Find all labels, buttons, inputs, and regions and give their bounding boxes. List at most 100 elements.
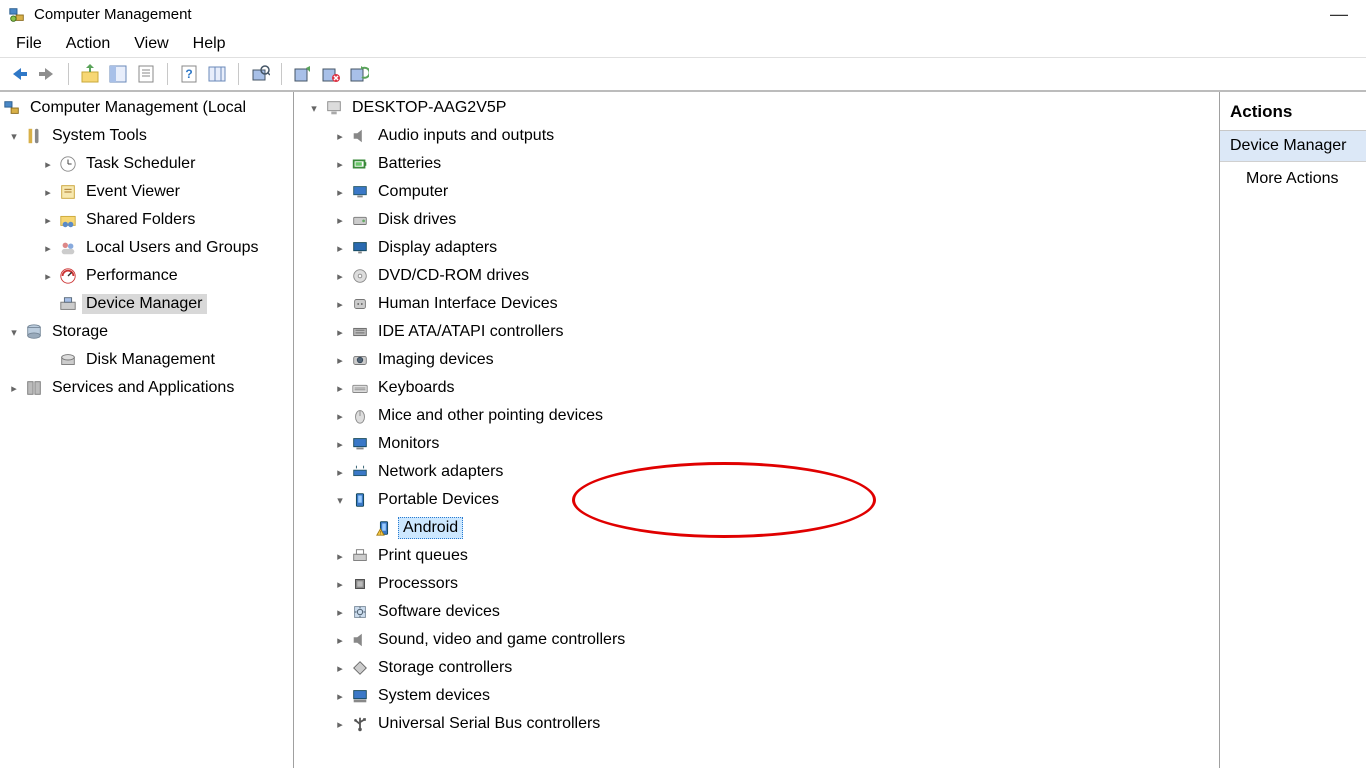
twisty-right-icon[interactable]: ▸ <box>330 466 350 479</box>
device-item[interactable]: !Android <box>294 514 1219 542</box>
twisty-right-icon[interactable]: ▸ <box>38 186 58 199</box>
tree-label: System Tools <box>48 126 151 146</box>
device-category[interactable]: ▸Audio inputs and outputs <box>294 122 1219 150</box>
twisty-right-icon[interactable]: ▸ <box>38 242 58 255</box>
menu-action[interactable]: Action <box>56 33 120 55</box>
twisty-right-icon[interactable]: ▸ <box>330 718 350 731</box>
forward-button[interactable] <box>34 61 60 87</box>
help-button[interactable]: ? <box>176 61 202 87</box>
device-category[interactable]: ▸DVD/CD-ROM drives <box>294 262 1219 290</box>
twisty-right-icon[interactable]: ▸ <box>330 578 350 591</box>
tree-task-scheduler[interactable]: ▸ Task Scheduler <box>0 150 293 178</box>
device-category[interactable]: ▸Human Interface Devices <box>294 290 1219 318</box>
device-category[interactable]: ▸System devices <box>294 682 1219 710</box>
twisty-right-icon[interactable]: ▸ <box>330 354 350 367</box>
device-category[interactable]: ▸ Computer <box>294 178 1219 206</box>
back-button[interactable] <box>6 61 32 87</box>
tree-services-apps[interactable]: ▸ Services and Applications <box>0 374 293 402</box>
tree-storage[interactable]: ▾ Storage <box>0 318 293 346</box>
actions-selected-node[interactable]: Device Manager <box>1220 131 1366 162</box>
system-tools-icon <box>24 126 44 146</box>
device-category[interactable]: ▸ Software devices <box>294 598 1219 626</box>
minimize-button[interactable]: — <box>1320 4 1358 25</box>
twisty-right-icon[interactable]: ▸ <box>38 158 58 171</box>
twisty-right-icon[interactable]: ▸ <box>330 214 350 227</box>
twisty-right-icon[interactable]: ▸ <box>330 242 350 255</box>
twisty-right-icon[interactable]: ▸ <box>330 606 350 619</box>
twisty-right-icon[interactable]: ▸ <box>330 382 350 395</box>
device-category[interactable]: ▸Imaging devices <box>294 346 1219 374</box>
tree-system-tools[interactable]: ▾ System Tools <box>0 122 293 150</box>
properties-button[interactable] <box>133 61 159 87</box>
title-bar: Computer Management — <box>0 0 1366 30</box>
device-manager-icon <box>58 294 78 314</box>
app-icon <box>8 6 26 24</box>
update-driver-button[interactable] <box>290 61 316 87</box>
device-category[interactable]: ▸Processors <box>294 570 1219 598</box>
twisty-right-icon[interactable]: ▸ <box>4 382 24 395</box>
device-category[interactable]: ▸ Batteries <box>294 150 1219 178</box>
twisty-right-icon[interactable]: ▸ <box>330 662 350 675</box>
actions-more[interactable]: More Actions <box>1220 162 1366 196</box>
twisty-right-icon[interactable]: ▸ <box>330 438 350 451</box>
device-category-label: Batteries <box>374 154 445 174</box>
performance-icon <box>58 266 78 286</box>
twisty-right-icon[interactable]: ▸ <box>330 270 350 283</box>
device-category[interactable]: ▸Storage controllers <box>294 654 1219 682</box>
device-category[interactable]: ▸Mice and other pointing devices <box>294 402 1219 430</box>
view-columns-button[interactable] <box>204 61 230 87</box>
tree-disk-management[interactable]: Disk Management <box>0 346 293 374</box>
device-category[interactable]: ▸Universal Serial Bus controllers <box>294 710 1219 738</box>
device-tree[interactable]: ▾ DESKTOP-AAG2V5P ▸Audio inputs and outp… <box>294 92 1220 768</box>
twisty-right-icon[interactable]: ▸ <box>330 634 350 647</box>
device-category[interactable]: ▸Sound, video and game controllers <box>294 626 1219 654</box>
menu-file[interactable]: File <box>6 33 52 55</box>
device-category-label: Computer <box>374 182 452 202</box>
tree-root[interactable]: Computer Management (Local <box>0 94 293 122</box>
menu-help[interactable]: Help <box>183 33 236 55</box>
device-category[interactable]: ▸ Monitors <box>294 430 1219 458</box>
device-category[interactable]: ▸Print queues <box>294 542 1219 570</box>
twisty-right-icon[interactable]: ▸ <box>330 130 350 143</box>
device-category[interactable]: ▸Disk drives <box>294 206 1219 234</box>
up-button[interactable] <box>77 61 103 87</box>
twisty-right-icon[interactable]: ▸ <box>38 214 58 227</box>
menu-view[interactable]: View <box>124 33 178 55</box>
tree-device-manager[interactable]: Device Manager <box>0 290 293 318</box>
twisty-down-icon[interactable]: ▾ <box>304 102 324 115</box>
imaging-icon <box>350 350 370 370</box>
clock-icon <box>58 154 78 174</box>
console-tree[interactable]: Computer Management (Local ▾ System Tool… <box>0 92 294 768</box>
scan-changes-button[interactable] <box>346 61 372 87</box>
uninstall-device-button[interactable] <box>318 61 344 87</box>
twisty-right-icon[interactable]: ▸ <box>330 410 350 423</box>
twisty-right-icon[interactable]: ▸ <box>330 298 350 311</box>
twisty-right-icon[interactable]: ▸ <box>330 186 350 199</box>
tree-local-users[interactable]: ▸ Local Users and Groups <box>0 234 293 262</box>
tree-performance[interactable]: ▸ Performance <box>0 262 293 290</box>
device-category[interactable]: ▸Keyboards <box>294 374 1219 402</box>
twisty-down-icon[interactable]: ▾ <box>4 326 24 339</box>
device-category[interactable]: ▸Network adapters <box>294 458 1219 486</box>
device-category[interactable]: ▾Portable Devices <box>294 486 1219 514</box>
device-category[interactable]: ▸Display adapters <box>294 234 1219 262</box>
twisty-right-icon[interactable]: ▸ <box>330 690 350 703</box>
twisty-right-icon[interactable]: ▸ <box>38 270 58 283</box>
twisty-right-icon[interactable]: ▸ <box>330 550 350 563</box>
cpu-icon <box>350 574 370 594</box>
tree-shared-folders[interactable]: ▸ Shared Folders <box>0 206 293 234</box>
twisty-right-icon[interactable]: ▸ <box>330 158 350 171</box>
twisty-blank <box>38 354 58 366</box>
show-hide-console-button[interactable] <box>105 61 131 87</box>
tree-event-viewer[interactable]: ▸ Event Viewer <box>0 178 293 206</box>
twisty-down-icon[interactable]: ▾ <box>330 494 350 507</box>
device-category-label: Software devices <box>374 602 504 622</box>
twisty-down-icon[interactable]: ▾ <box>4 130 24 143</box>
device-root[interactable]: ▾ DESKTOP-AAG2V5P <box>294 94 1219 122</box>
device-category[interactable]: ▸IDE ATA/ATAPI controllers <box>294 318 1219 346</box>
device-category-label: Monitors <box>374 434 443 454</box>
toolbar-separator <box>68 63 69 85</box>
scan-hardware-button[interactable] <box>247 61 273 87</box>
twisty-right-icon[interactable]: ▸ <box>330 326 350 339</box>
actions-header: Actions <box>1220 92 1366 131</box>
